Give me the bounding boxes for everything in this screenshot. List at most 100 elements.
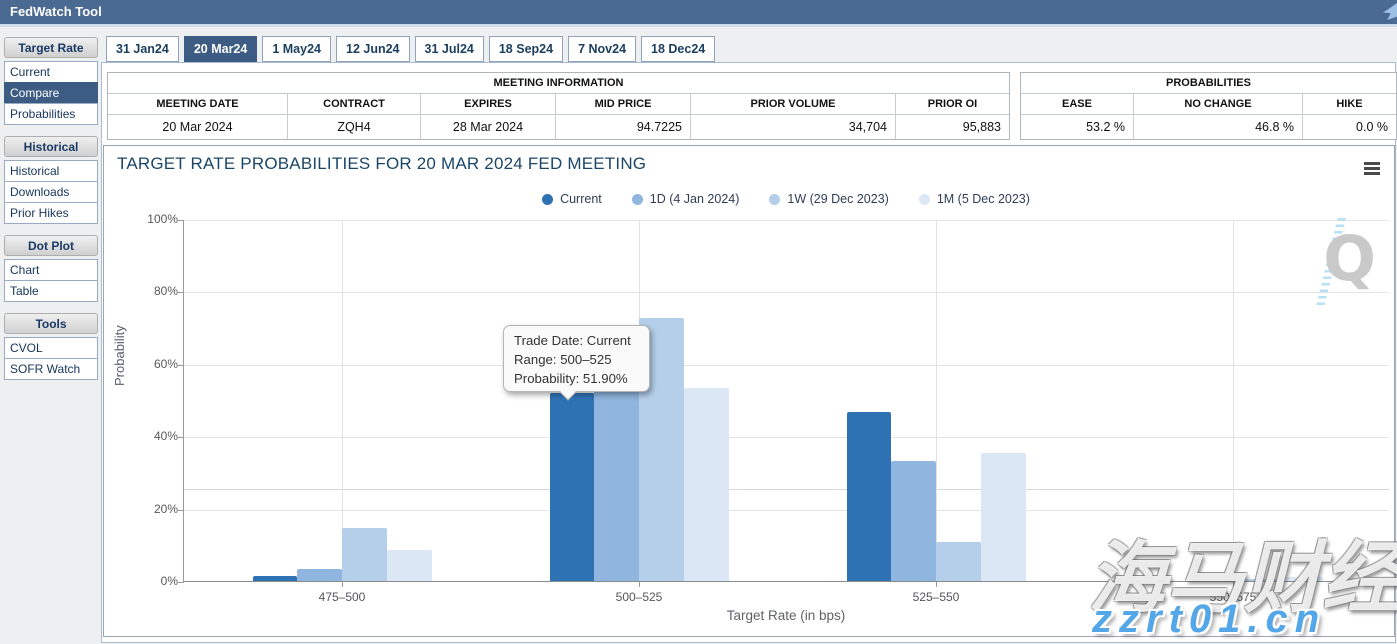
y-tick-label-80: 80%: [132, 284, 178, 298]
sidebar-item-probabilities[interactable]: Probabilities: [4, 103, 98, 125]
legend-label: 1D (4 Jan 2024): [650, 192, 740, 206]
legend-item-1w[interactable]: 1W (29 Dec 2023): [769, 192, 888, 206]
bar-1w-475–500[interactable]: [342, 528, 387, 581]
sidebar-header-dot-plot: Dot Plot: [4, 235, 98, 256]
faint-horizontal-line: [184, 489, 1389, 490]
legend-label: 1W (29 Dec 2023): [787, 192, 888, 206]
y-axis-title: Probability: [112, 325, 127, 386]
x-tick-label-3: 525–550: [891, 590, 981, 604]
meeting-info-value-row: 20 Mar 2024ZQH428 Mar 202494.722534,7049…: [108, 115, 1009, 139]
bar-current-525–550[interactable]: [847, 412, 892, 581]
hamburger-menu-icon[interactable]: [1364, 162, 1380, 175]
sidebar-item-table[interactable]: Table: [4, 280, 98, 302]
gridline-y-80: [184, 292, 1389, 293]
probabilities-title: PROBABILITIES: [1021, 73, 1396, 94]
cell-ease: 53.2 %: [1021, 115, 1134, 139]
tab-31-jan24[interactable]: 31 Jan24: [106, 36, 179, 62]
site-watermark-url: zzrt01.cn: [1092, 597, 1326, 642]
bar-1w-525–550[interactable]: [936, 542, 981, 581]
tooltip-trade-date: Trade Date: Current: [514, 331, 639, 350]
bar-1d-525–550[interactable]: [891, 461, 936, 581]
cell-meeting-date: 20 Mar 2024: [108, 115, 288, 139]
y-tick-label-0: 0%: [132, 574, 178, 588]
sidebar-item-compare[interactable]: Compare: [4, 82, 98, 104]
sidebar-section-target-rate: Target Rate CurrentCompareProbabilities: [4, 37, 98, 125]
x-tick-mark: [936, 582, 937, 587]
bar-1m-500–525[interactable]: [684, 388, 729, 581]
legend-item-current[interactable]: Current: [542, 192, 602, 206]
x-tick-label-1: 475–500: [297, 590, 387, 604]
gridline-y-100: [184, 220, 1389, 221]
sidebar-item-downloads[interactable]: Downloads: [4, 181, 98, 203]
quikstrike-logo-watermark: Q: [1306, 222, 1378, 300]
bar-1m-475–500[interactable]: [387, 550, 432, 581]
legend-item-1d[interactable]: 1D (4 Jan 2024): [632, 192, 740, 206]
cell-no-change: 46.8 %: [1134, 115, 1303, 139]
cell-prior-volume: 34,704: [691, 115, 896, 139]
legend-dot-icon: [542, 194, 553, 205]
probabilities-table: PROBABILITIES EASENO CHANGEHIKE 53.2 %46…: [1020, 72, 1397, 140]
legend-dot-icon: [769, 194, 780, 205]
x-tick-mark: [639, 582, 640, 587]
col-header-mid-price: MID PRICE: [556, 94, 691, 115]
x-tick-label-2: 500–525: [594, 590, 684, 604]
sidebar-item-prior-hikes[interactable]: Prior Hikes: [4, 202, 98, 224]
tab-18-dec24[interactable]: 18 Dec24: [641, 36, 715, 62]
tab-31-jul24[interactable]: 31 Jul24: [415, 36, 484, 62]
sidebar-item-sofr-watch[interactable]: SOFR Watch: [4, 358, 98, 380]
sidebar-header-tools: Tools: [4, 313, 98, 334]
chart-title: TARGET RATE PROBABILITIES FOR 20 MAR 202…: [117, 154, 646, 174]
y-tick-mark: [178, 437, 184, 438]
tab-20-mar24[interactable]: 20 Mar24: [184, 36, 258, 62]
y-tick-mark: [178, 365, 184, 366]
gridline-y-60: [184, 365, 1389, 366]
sidebar-section-dot-plot: Dot Plot ChartTable: [4, 235, 98, 302]
col-header-prior-volume: PRIOR VOLUME: [691, 94, 896, 115]
cell-prior-oi: 95,883: [896, 115, 1009, 139]
tooltip-probability: Probability: 51.90%: [514, 369, 639, 388]
tab-12-jun24[interactable]: 12 Jun24: [336, 36, 410, 62]
meeting-info-header-row: MEETING DATECONTRACTEXPIRESMID PRICEPRIO…: [108, 94, 1009, 115]
y-tick-mark: [178, 220, 184, 221]
col-header-no-change: NO CHANGE: [1134, 94, 1303, 115]
gridline-x-3: [936, 220, 937, 581]
sidebar-header-target-rate: Target Rate: [4, 37, 98, 58]
sidebar: Target Rate CurrentCompareProbabilities Hi…: [4, 37, 98, 391]
sidebar-item-cvol[interactable]: CVOL: [4, 337, 98, 359]
sidebar-header-historical: Historical: [4, 136, 98, 157]
col-header-meeting-date: MEETING DATE: [108, 94, 288, 115]
y-tick-label-100: 100%: [132, 212, 178, 226]
tab-1-may24[interactable]: 1 May24: [262, 36, 331, 62]
col-header-contract: CONTRACT: [288, 94, 421, 115]
tooltip-range: Range: 500–525: [514, 350, 639, 369]
probabilities-header-row: EASENO CHANGEHIKE: [1021, 94, 1396, 115]
sidebar-item-chart[interactable]: Chart: [4, 259, 98, 281]
gridline-y-40: [184, 437, 1389, 438]
legend-dot-icon: [632, 194, 643, 205]
app-header: FedWatch Tool: [0, 0, 1397, 24]
sidebar-item-historical[interactable]: Historical: [4, 160, 98, 182]
y-tick-mark: [178, 510, 184, 511]
col-header-ease: EASE: [1021, 94, 1134, 115]
bar-current-500–525[interactable]: [550, 393, 595, 581]
gridline-x-1: [342, 220, 343, 581]
meeting-date-tabs: 31 Jan2420 Mar241 May2412 Jun2431 Jul241…: [106, 36, 715, 62]
cell-contract: ZQH4: [288, 115, 421, 139]
tab-18-sep24[interactable]: 18 Sep24: [489, 36, 563, 62]
cell-expires: 28 Mar 2024: [421, 115, 556, 139]
logo-q-letter: Q: [1323, 228, 1376, 290]
bar-current-475–500[interactable]: [253, 576, 298, 581]
meeting-info-title: MEETING INFORMATION: [108, 73, 1009, 94]
sidebar-section-historical: HistoricalHistoricalDownloadsPrior Hikes: [4, 136, 98, 224]
legend-item-1m[interactable]: 1M (5 Dec 2023): [919, 192, 1030, 206]
app-title: FedWatch Tool: [10, 4, 102, 19]
chart-legend: Current 1D (4 Jan 2024) 1W (29 Dec 2023) 1M…: [183, 192, 1389, 206]
legend-dot-icon: [919, 194, 930, 205]
bar-1m-525–550[interactable]: [981, 453, 1026, 581]
sidebar-section-tools: Tools CVOLSOFR Watch: [4, 313, 98, 380]
tab-7-nov24[interactable]: 7 Nov24: [568, 36, 636, 62]
y-tick-mark: [178, 582, 184, 583]
bar-1d-475–500[interactable]: [297, 569, 342, 581]
sidebar-item-current[interactable]: Current: [4, 61, 98, 83]
y-tick-label-40: 40%: [132, 429, 178, 443]
